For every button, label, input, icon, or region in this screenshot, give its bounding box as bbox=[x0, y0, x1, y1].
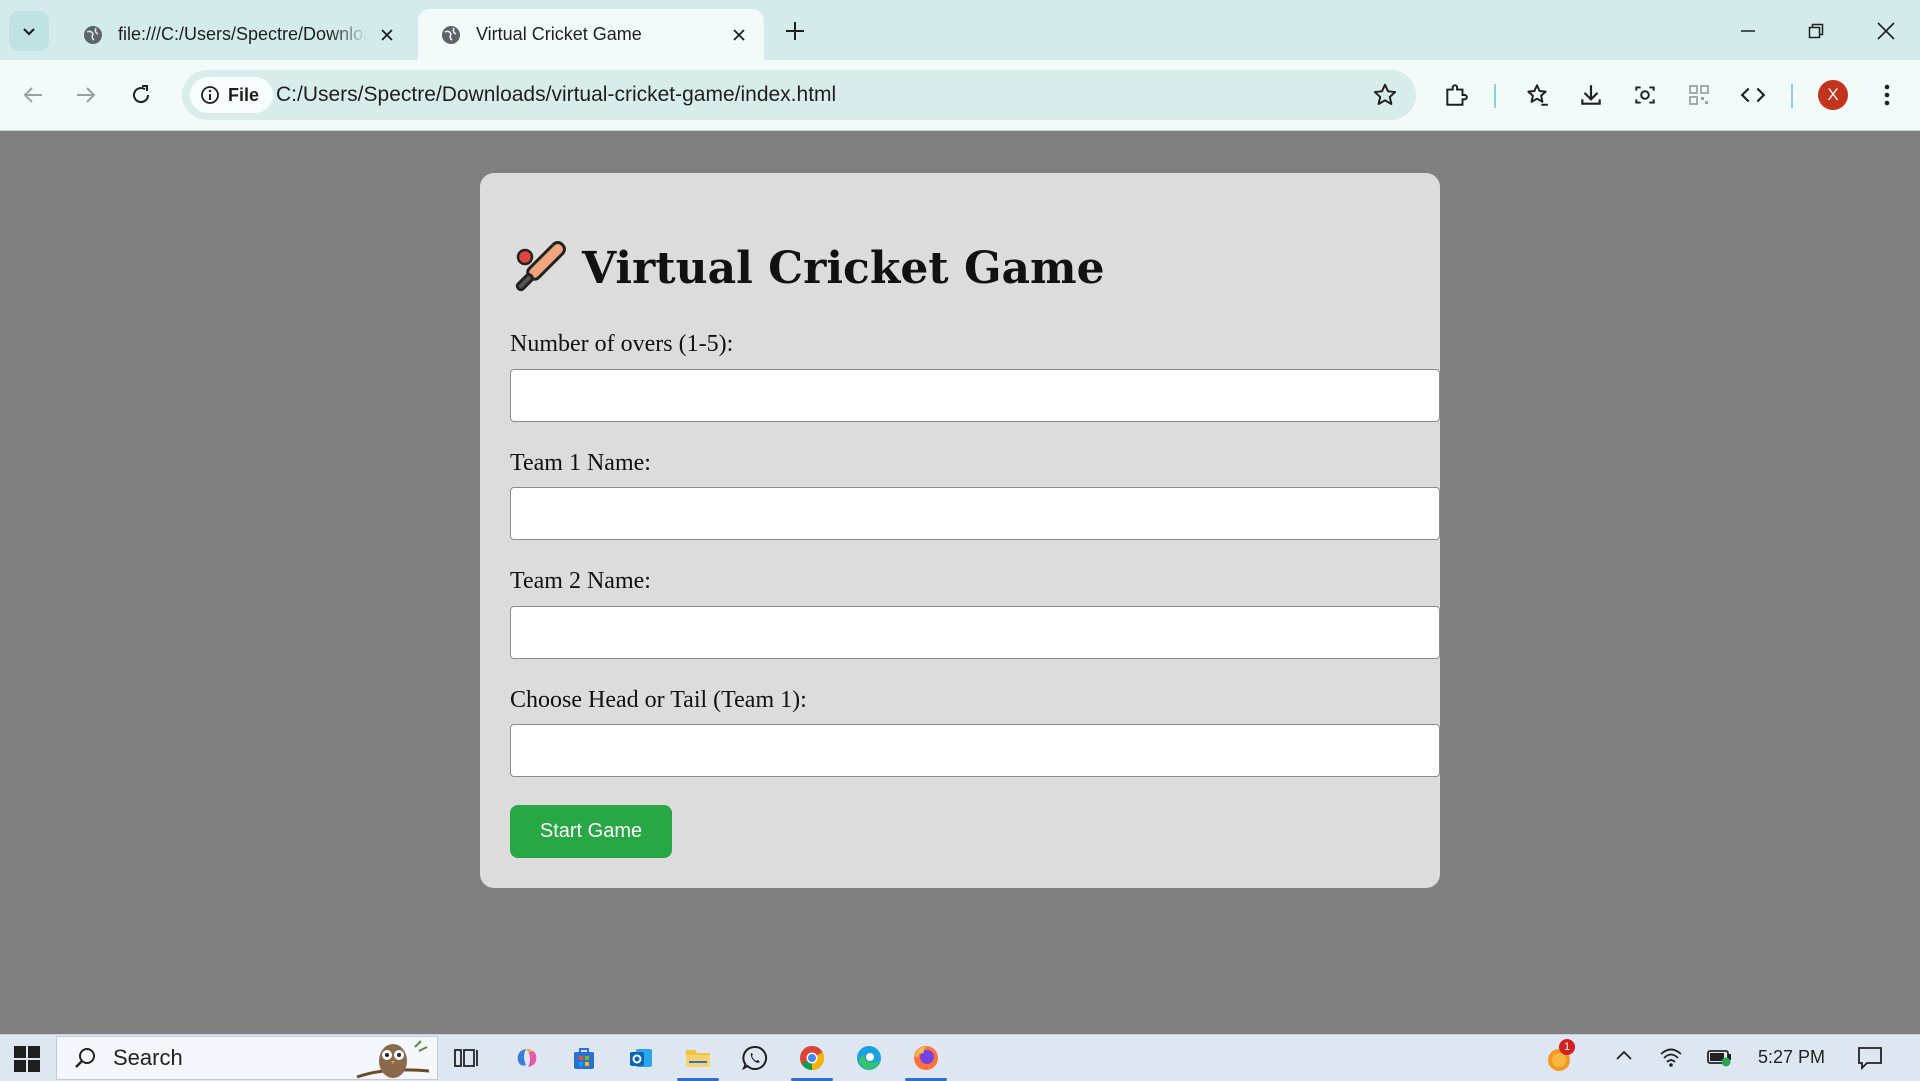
notification-badge: 1 bbox=[1559, 1039, 1575, 1055]
download-icon[interactable] bbox=[1575, 79, 1607, 111]
file-explorer-icon[interactable] bbox=[677, 1042, 719, 1081]
toolbar-divider bbox=[1494, 84, 1496, 108]
info-icon bbox=[201, 86, 219, 104]
chevron-up-icon[interactable] bbox=[1614, 1046, 1634, 1066]
battery-icon[interactable] bbox=[1707, 1046, 1733, 1068]
page-title: Virtual Cricket Game bbox=[510, 239, 1105, 297]
bookmark-star-icon[interactable] bbox=[1372, 82, 1398, 108]
store-icon[interactable] bbox=[568, 1042, 600, 1074]
tab-search-button[interactable] bbox=[9, 11, 49, 51]
team1-label: Team 1 Name: bbox=[510, 450, 651, 476]
notification-center-icon[interactable] bbox=[1857, 1046, 1883, 1070]
team2-name-input[interactable] bbox=[510, 606, 1440, 659]
devtools-code-icon[interactable] bbox=[1737, 79, 1769, 111]
url-text: C:/Users/Spectre/Downloads/virtual-crick… bbox=[276, 83, 837, 106]
toss-choice-input[interactable] bbox=[510, 724, 1440, 777]
restore-icon[interactable] bbox=[1799, 14, 1833, 48]
cricket-bat-icon bbox=[515, 241, 566, 292]
forward-arrow-icon[interactable] bbox=[70, 79, 102, 111]
reload-icon[interactable] bbox=[125, 79, 157, 111]
site-info-chip[interactable]: File bbox=[190, 77, 274, 113]
tab-file[interactable]: file:///C:/Users/Spectre/Downloads/virtu… bbox=[60, 9, 412, 60]
firefox-icon[interactable] bbox=[905, 1042, 947, 1081]
start-game-button[interactable]: Start Game bbox=[510, 805, 672, 858]
chevron-down-icon bbox=[23, 28, 35, 36]
overs-label: Number of overs (1-5): bbox=[510, 331, 734, 357]
overs-input[interactable] bbox=[510, 369, 1440, 422]
profile-avatar[interactable]: X bbox=[1818, 80, 1848, 110]
page-viewport: Virtual Cricket Game Number of overs (1-… bbox=[0, 131, 1920, 1034]
taskbar-clock[interactable]: 5:27 PM bbox=[1758, 1047, 1825, 1068]
globe-icon bbox=[442, 25, 460, 44]
windows-start-icon[interactable] bbox=[14, 1046, 40, 1072]
page-title-text: Virtual Cricket Game bbox=[582, 242, 1105, 294]
bookmarks-star-list-icon[interactable] bbox=[1521, 79, 1553, 111]
site-info-label: File bbox=[228, 84, 260, 105]
outlook-icon[interactable] bbox=[625, 1042, 657, 1074]
tab-strip: file:///C:/Users/Spectre/Downloads/virtu… bbox=[0, 0, 1920, 60]
taskbar-search-label: Search bbox=[113, 1045, 183, 1070]
whatsapp-icon[interactable] bbox=[739, 1042, 771, 1074]
toolbar-divider bbox=[1791, 84, 1793, 108]
edge-icon[interactable] bbox=[853, 1042, 885, 1074]
back-arrow-icon[interactable] bbox=[17, 79, 49, 111]
close-tab-icon[interactable] bbox=[376, 24, 398, 46]
task-view-icon[interactable] bbox=[451, 1042, 483, 1074]
toss-choice-label: Choose Head or Tail (Team 1): bbox=[510, 687, 807, 713]
taskbar: Search 1 5:27 PM bbox=[0, 1034, 1920, 1081]
tab-title: file:///C:/Users/Spectre/Downloads/virtu… bbox=[118, 24, 368, 44]
globe-icon bbox=[84, 25, 102, 44]
team1-name-input[interactable] bbox=[510, 487, 1440, 540]
team2-label: Team 2 Name: bbox=[510, 568, 651, 594]
search-icon bbox=[75, 1048, 95, 1068]
chrome-icon[interactable] bbox=[791, 1042, 833, 1081]
tab-title: Virtual Cricket Game bbox=[476, 24, 642, 44]
game-setup-card: Virtual Cricket Game Number of overs (1-… bbox=[480, 173, 1440, 888]
qr-code-icon[interactable] bbox=[1683, 79, 1715, 111]
close-tab-icon[interactable] bbox=[728, 24, 750, 46]
browser-toolbar: File C:/Users/Spectre/Downloads/virtual-… bbox=[0, 60, 1920, 131]
minimize-icon[interactable] bbox=[1731, 14, 1765, 48]
screenshot-capture-icon[interactable] bbox=[1629, 79, 1661, 111]
extensions-puzzle-icon[interactable] bbox=[1440, 79, 1472, 111]
copilot-icon[interactable] bbox=[511, 1042, 543, 1074]
close-window-icon[interactable] bbox=[1869, 14, 1903, 48]
address-bar[interactable]: File C:/Users/Spectre/Downloads/virtual-… bbox=[182, 70, 1416, 120]
wifi-icon[interactable] bbox=[1659, 1046, 1683, 1068]
taskbar-search-box[interactable]: Search bbox=[56, 1036, 438, 1080]
more-menu-icon[interactable] bbox=[1871, 79, 1903, 111]
new-tab-plus-icon[interactable] bbox=[782, 18, 808, 44]
owl-search-highlight-icon bbox=[356, 1040, 430, 1079]
tab-virtual-cricket-game[interactable]: Virtual Cricket Game bbox=[418, 9, 764, 60]
